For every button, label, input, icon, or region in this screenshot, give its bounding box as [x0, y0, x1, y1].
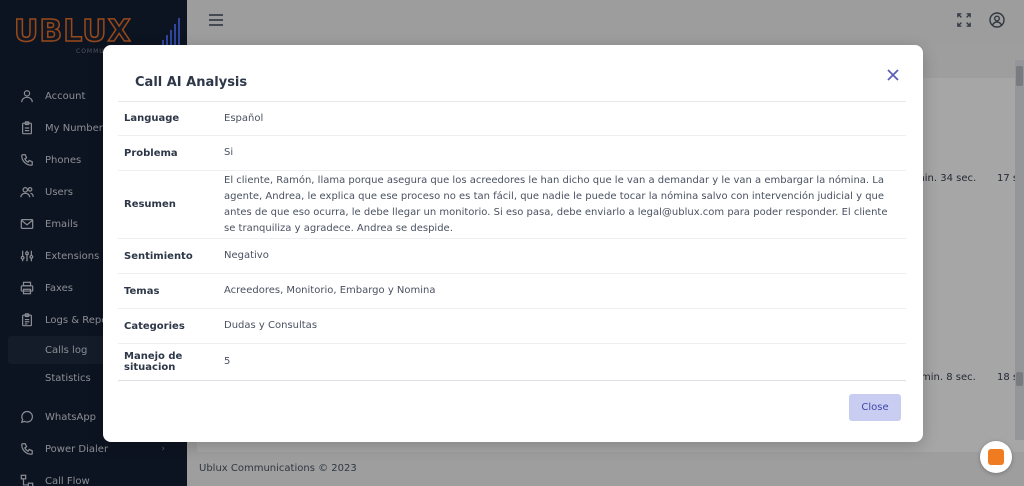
detail-key: Sentimiento	[124, 250, 193, 262]
detail-value: Dudas y Consultas	[224, 320, 318, 331]
detail-value: Si	[224, 147, 234, 158]
detail-row-resumen: Resumen El cliente, Ramón, llama porque …	[118, 171, 906, 239]
detail-key: Language	[124, 113, 180, 124]
detail-value: Acreedores, Monitorio, Embargo y Nomina	[224, 285, 436, 296]
chat-widget-button[interactable]	[980, 441, 1012, 473]
detail-value: Español	[224, 112, 264, 124]
detail-value: Negativo	[224, 250, 269, 261]
detail-key: Temas	[124, 285, 160, 297]
detail-key: Manejo de situacion	[124, 350, 183, 373]
detail-key: Categories	[124, 320, 185, 332]
detail-value: El cliente, Ramón, llama porque asegura …	[224, 174, 888, 234]
detail-key: Problema	[124, 147, 178, 159]
detail-row-temas: Temas Acreedores, Monitorio, Embargo y N…	[118, 274, 906, 309]
detail-row-language: Language Español	[118, 102, 906, 136]
detail-row-problema: Problema Si	[118, 136, 906, 171]
detail-row-categories: Categories Dudas y Consultas	[118, 309, 906, 344]
close-button[interactable]: Close	[849, 394, 901, 421]
analysis-details: Language Español Problema Si Resumen El …	[118, 101, 906, 381]
call-ai-analysis-modal: Call AI Analysis Language Español Proble…	[103, 45, 923, 442]
chat-icon	[988, 449, 1004, 465]
detail-value: 5	[224, 355, 231, 367]
detail-row-sentimiento: Sentimiento Negativo	[118, 239, 906, 274]
close-icon[interactable]	[884, 66, 902, 84]
detail-row-manejo: Manejo de situacion 5	[118, 344, 906, 379]
modal-title: Call AI Analysis	[135, 75, 248, 90]
detail-key: Resumen	[124, 199, 176, 210]
